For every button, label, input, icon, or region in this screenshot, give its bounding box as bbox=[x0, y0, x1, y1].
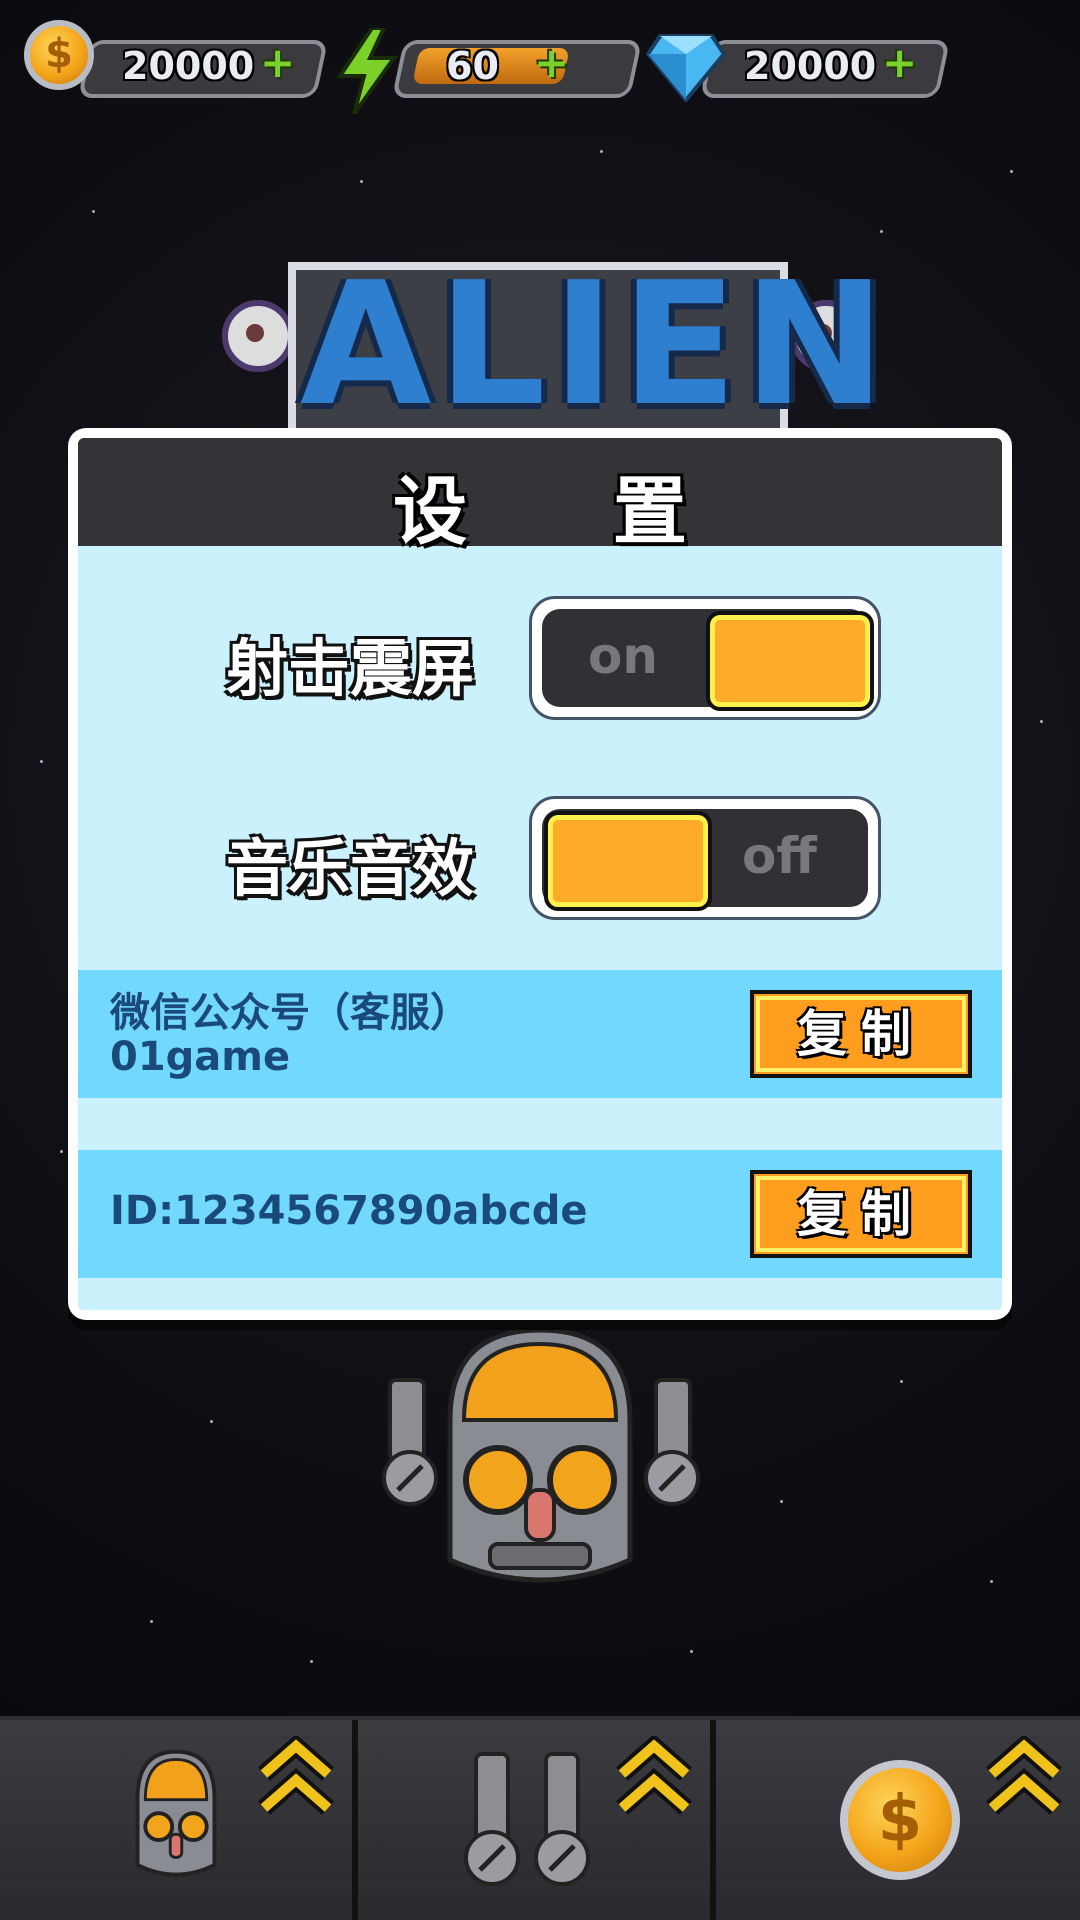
gem-value: 20000 bbox=[744, 44, 877, 88]
bottom-upgrade-bar: $ bbox=[0, 1716, 1080, 1920]
energy-value: 60 bbox=[446, 44, 499, 88]
upgrade-chevron-icon[interactable] bbox=[616, 1736, 692, 1820]
game-logo: ALIEN bbox=[300, 246, 892, 444]
coin-value: 20000 bbox=[122, 44, 255, 88]
upgrade-chevron-icon[interactable] bbox=[986, 1736, 1062, 1820]
id-row: ID:1234567890abcde 复制 bbox=[78, 1150, 1002, 1278]
upgrade-slot-ship[interactable] bbox=[0, 1720, 358, 1920]
robot-ship-icon bbox=[135, 1749, 217, 1877]
lightning-icon bbox=[336, 28, 398, 114]
sound-label: 音乐音效 bbox=[226, 832, 475, 905]
coin-icon: $ bbox=[24, 20, 94, 90]
settings-dialog: 设 置 射击震屏 on 音乐音效 off 微信公众号（客服） 01game 复制… bbox=[68, 428, 1012, 1320]
copy-wechat-button[interactable]: 复制 bbox=[750, 990, 972, 1078]
sound-toggle[interactable]: off bbox=[529, 796, 881, 920]
diamond-icon bbox=[646, 34, 726, 102]
upgrade-slot-cannons[interactable] bbox=[358, 1720, 716, 1920]
add-gems-plus-icon[interactable]: + bbox=[882, 42, 917, 84]
shake-toggle-text: on bbox=[588, 627, 658, 685]
wechat-row: 微信公众号（客服） 01game 复制 bbox=[78, 970, 1002, 1098]
user-id: ID:1234567890abcde bbox=[110, 1188, 588, 1234]
shake-label: 射击震屏 bbox=[226, 632, 475, 705]
alien-eye-left-icon bbox=[222, 300, 294, 372]
energy-counter[interactable]: 60 + bbox=[336, 28, 643, 114]
shake-toggle[interactable]: on bbox=[529, 596, 881, 720]
coin-icon: $ bbox=[840, 1760, 960, 1880]
gem-counter[interactable]: 20000 + bbox=[646, 34, 951, 102]
add-coins-plus-icon[interactable]: + bbox=[260, 42, 295, 84]
add-energy-plus-icon[interactable]: + bbox=[534, 42, 569, 84]
sound-toggle-knob[interactable] bbox=[544, 811, 712, 911]
upgrade-chevron-icon[interactable] bbox=[258, 1736, 334, 1820]
coin-counter[interactable]: $ 20000 + bbox=[24, 20, 329, 98]
settings-header: 设 置 bbox=[78, 438, 1002, 555]
sound-toggle-text: off bbox=[742, 827, 817, 885]
upgrade-slot-coins[interactable]: $ bbox=[722, 1720, 1080, 1920]
settings-title: 设 置 bbox=[393, 469, 747, 555]
copy-id-button[interactable]: 复制 bbox=[750, 1170, 972, 1258]
robot-ship-icon bbox=[382, 1330, 700, 1583]
twin-cannons-icon bbox=[464, 1752, 590, 1886]
wechat-account: 01game bbox=[110, 1034, 291, 1080]
wechat-label: 微信公众号（客服） bbox=[110, 990, 470, 1036]
shake-toggle-knob[interactable] bbox=[706, 611, 874, 711]
